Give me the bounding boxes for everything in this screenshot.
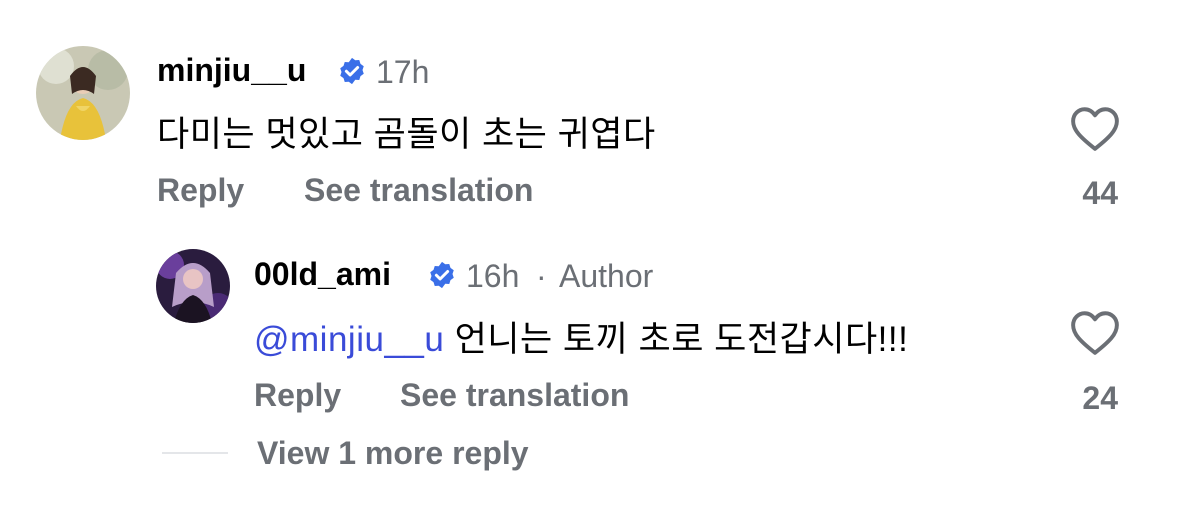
like-count: 44 xyxy=(1082,175,1118,211)
meta-separator: · xyxy=(536,258,547,294)
see-translation-button[interactable]: See translation xyxy=(304,172,533,209)
reply-button[interactable]: Reply xyxy=(254,377,341,414)
verified-badge-icon xyxy=(340,57,364,85)
verified-badge-icon xyxy=(430,261,454,289)
replies-divider xyxy=(162,452,228,454)
reply-timestamp: 16h xyxy=(466,258,520,294)
avatar[interactable] xyxy=(36,46,130,140)
mention-link[interactable]: @minjiu__u xyxy=(254,320,444,359)
reply-body: 언니는 토끼 초로 도전갑시다!!! xyxy=(444,320,909,359)
like-count: 24 xyxy=(1082,380,1118,416)
heart-icon[interactable] xyxy=(1070,106,1120,152)
view-more-replies-button[interactable]: View 1 more reply xyxy=(257,435,529,472)
reply-button[interactable]: Reply xyxy=(157,172,244,209)
comment-username[interactable]: minjiu__u xyxy=(157,52,306,89)
comment-text: 다미는 멋있고 곰돌이 초는 귀엽다 xyxy=(157,115,656,154)
author-badge: Author xyxy=(559,258,654,294)
reply-username[interactable]: 00ld_ami xyxy=(254,256,391,293)
avatar[interactable] xyxy=(156,249,230,323)
reply-text: @minjiu__u 언니는 토끼 초로 도전갑시다!!! xyxy=(254,311,908,362)
see-translation-button[interactable]: See translation xyxy=(400,377,629,414)
comment-thread: minjiu__u 17h 다미는 멋있고 곰돌이 초는 귀엽다 Reply S… xyxy=(0,0,1178,518)
avatar-image xyxy=(36,46,130,140)
heart-icon[interactable] xyxy=(1070,310,1120,356)
avatar-image xyxy=(156,249,230,323)
comment-timestamp: 17h xyxy=(376,54,430,90)
